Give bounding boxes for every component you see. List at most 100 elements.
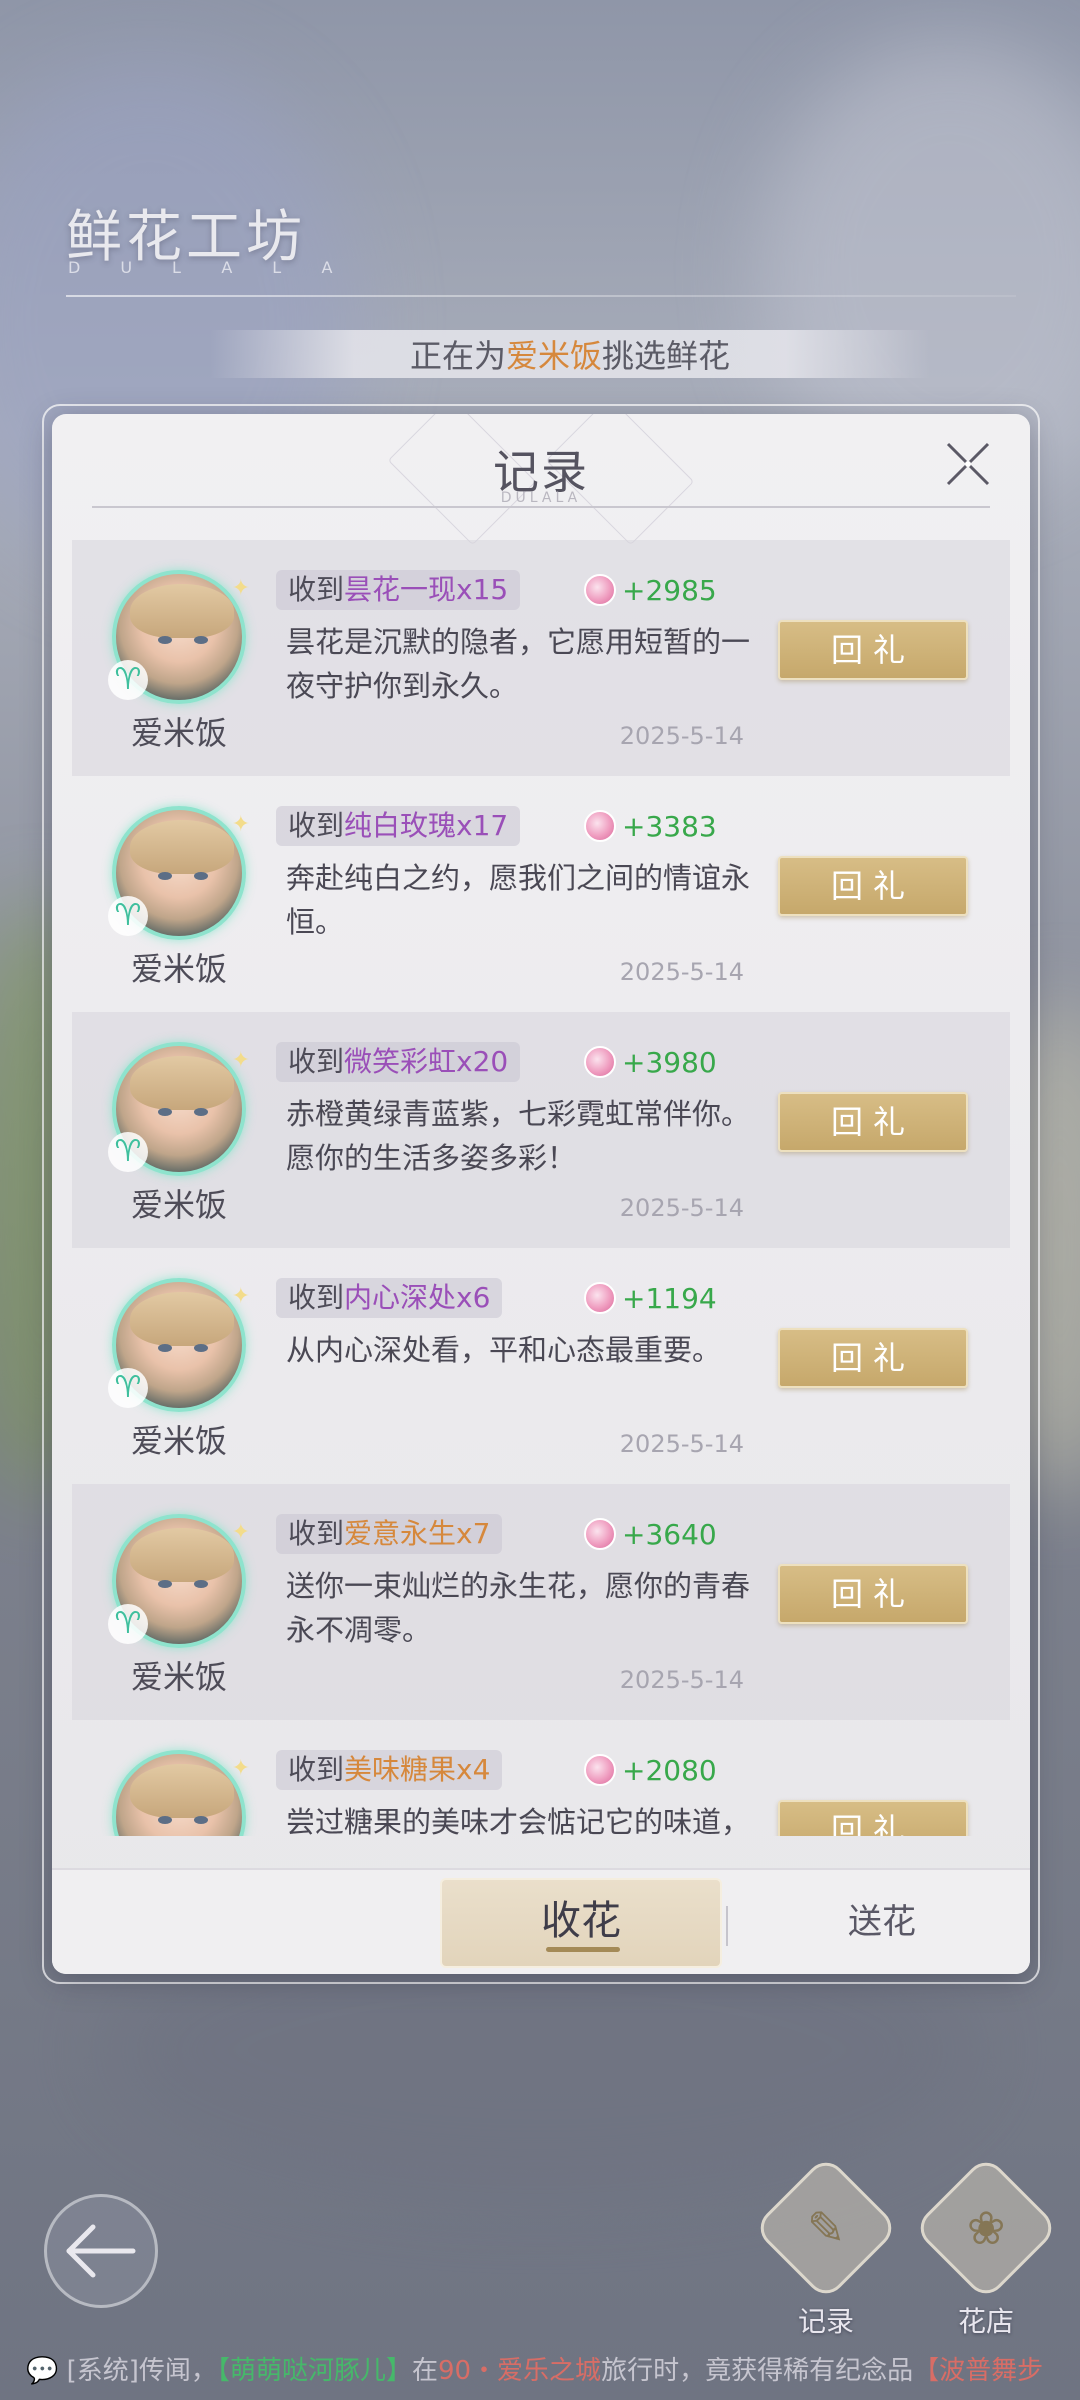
record-row: ✦ 收到美味糖果x4 +2080 尝过糖果的美味才会惦记它的味道， 回礼 [72, 1720, 1010, 1836]
gift-prefix: 收到 [288, 809, 345, 842]
aries-icon: ♈ [108, 1604, 148, 1644]
avatar[interactable]: ♈ ✦ [108, 1278, 250, 1412]
gift-prefix: 收到 [288, 1045, 345, 1078]
picking-prefix: 正在为 [409, 337, 506, 375]
gift-tag: 收到昙花一现x15 [276, 570, 521, 610]
dialog-title-sub: DULALA [500, 490, 582, 506]
sparkle-icon: ✦ [231, 1520, 250, 1545]
gift-name: 内心深处x6 [344, 1281, 491, 1314]
sparkle-icon: ✦ [231, 812, 250, 837]
picking-target-name: 爱米饭 [505, 337, 602, 375]
record-row: ♈ ✦ 爱米饭 收到微笑彩虹x20 +3980 赤橙黄绿青蓝紫，七彩霓虹常伴你。… [72, 1012, 1010, 1248]
ticker-text-2: 在 [411, 2356, 438, 2386]
gift-date: 2025-5-14 [619, 1194, 744, 1222]
heart-gem-icon [584, 810, 616, 842]
avatar[interactable]: ♈ ✦ [108, 1514, 250, 1648]
flower-shop-button[interactable]: ❀ 花店 [912, 2154, 1060, 2340]
return-gift-button[interactable]: 回礼 [778, 1092, 968, 1152]
aries-icon: ♈ [108, 1132, 148, 1172]
heart-gem-icon [584, 574, 616, 606]
back-button[interactable] [44, 2194, 158, 2308]
avatar[interactable]: ✦ [112, 1750, 250, 1836]
intimacy-points: +2080 [584, 1752, 717, 1788]
tab-send-flowers[interactable]: 送花 [812, 1892, 952, 1952]
heart-gem-icon [584, 1046, 616, 1078]
sparkle-icon: ✦ [231, 576, 250, 601]
gift-name: 纯白玫瑰x17 [344, 809, 509, 842]
gift-message: 从内心深处看，平和心态最重要。 [286, 1333, 722, 1367]
gift-message: 昙花是沉默的隐者，它愿用短暂的一夜守护你到永久。 [286, 625, 751, 703]
system-broadcast-ticker: 💬 [系统]传闻，【萌萌哒河豚儿】在90・爱乐之城旅行时，竟获得稀有纪念品【波普… [26, 2350, 1080, 2400]
gift-message: 尝过糖果的美味才会惦记它的味道， [286, 1805, 751, 1836]
points-value: +3383 [622, 809, 717, 843]
gift-date: 2025-5-14 [619, 722, 744, 750]
avatar[interactable]: ♈ ✦ [108, 806, 250, 940]
avatar[interactable]: ♈ ✦ [108, 1042, 250, 1176]
return-gift-button[interactable]: 回礼 [778, 1328, 968, 1388]
points-value: +3980 [622, 1045, 717, 1079]
points-value: +2080 [622, 1753, 717, 1787]
return-gift-button[interactable]: 回礼 [778, 856, 968, 916]
gift-message: 送你一束灿烂的永生花，愿你的青春永不凋零。 [286, 1569, 751, 1647]
ticker-item: 【波普舞步 [913, 2356, 1044, 2386]
gift-tag: 收到内心深处x6 [276, 1278, 503, 1318]
records-dialog: 记录 DULALA ♈ ✦ 爱米饭 收到昙花一现x15 +2985 昙花是沉默的… [52, 414, 1030, 1974]
aries-icon: ♈ [108, 660, 148, 700]
gift-message: 赤橙黄绿青蓝紫，七彩霓虹常伴你。愿你的生活多姿多彩！ [286, 1097, 751, 1175]
return-gift-button[interactable]: 回礼 [778, 620, 968, 680]
picking-suffix: 挑选鲜花 [602, 337, 731, 375]
heart-gem-icon [584, 1518, 616, 1550]
flower-shop-label: 花店 [957, 2305, 1014, 2338]
records-action-button[interactable]: ✎ 记录 [752, 2154, 900, 2340]
gift-tag: 收到纯白玫瑰x17 [276, 806, 521, 846]
gift-tag: 收到微笑彩虹x20 [276, 1042, 521, 1082]
intimacy-points: +3980 [584, 1044, 717, 1080]
header-divider [66, 295, 1016, 297]
sender-name: 爱米饭 [130, 1658, 227, 1696]
aries-icon: ♈ [108, 896, 148, 936]
gift-prefix: 收到 [288, 573, 345, 606]
return-gift-button[interactable]: 回礼 [778, 1564, 968, 1624]
close-button[interactable] [940, 436, 996, 492]
points-value: +3640 [622, 1517, 717, 1551]
sender-name: 爱米饭 [130, 714, 227, 752]
intimacy-points: +3383 [584, 808, 717, 844]
ticker-text-3: 旅行时，竟获得稀有纪念品 [601, 2356, 914, 2386]
gift-tag: 收到爱意永生x7 [276, 1514, 503, 1554]
back-arrow-icon [66, 2224, 136, 2278]
chat-bubble-icon: 💬 [26, 2356, 67, 2386]
gift-prefix: 收到 [288, 1281, 345, 1314]
gift-date: 2025-5-14 [619, 958, 744, 986]
intimacy-points: +2985 [584, 572, 717, 608]
gift-date: 2025-5-14 [619, 1666, 744, 1694]
flower-shop-icon: ❀ [966, 2200, 1006, 2255]
tab-receive-flowers[interactable]: 收花 [440, 1878, 722, 1968]
gift-date: 2025-5-14 [619, 1430, 744, 1458]
record-tabs: 收花 送花 [52, 1868, 1030, 1974]
record-row: ♈ ✦ 爱米饭 收到内心深处x6 +1194 从内心深处看，平和心态最重要。 2… [72, 1248, 1010, 1484]
heart-gem-icon [584, 1282, 616, 1314]
intimacy-points: +1194 [584, 1280, 717, 1316]
notebook-icon: ✎ [806, 2200, 846, 2255]
points-value: +2985 [622, 573, 717, 607]
avatar[interactable]: ♈ ✦ [108, 570, 250, 704]
return-gift-button[interactable]: 回礼 [778, 1800, 968, 1836]
gift-name: 爱意永生x7 [344, 1517, 491, 1550]
ticker-player-name: 【萌萌哒河豚儿】 [216, 2356, 412, 2386]
aries-icon: ♈ [108, 1368, 148, 1408]
sparkle-icon: ✦ [231, 1284, 250, 1309]
tab-divider [726, 1906, 728, 1946]
ticker-text-1: [系统]传闻， [66, 2356, 217, 2386]
sender-name: 爱米饭 [130, 950, 227, 988]
ticker-location: 90・爱乐之城 [437, 2356, 602, 2386]
close-icon [946, 442, 990, 486]
gift-prefix: 收到 [288, 1517, 345, 1550]
gift-name: 美味糖果x4 [344, 1753, 491, 1786]
records-action-label: 记录 [797, 2305, 854, 2338]
sparkle-icon: ✦ [231, 1048, 250, 1073]
picking-for-banner: 正在为 爱米饭 挑选鲜花 [210, 330, 930, 378]
records-list[interactable]: ♈ ✦ 爱米饭 收到昙花一现x15 +2985 昙花是沉默的隐者，它愿用短暂的一… [72, 540, 1010, 1836]
intimacy-points: +3640 [584, 1516, 717, 1552]
gift-name: 昙花一现x15 [344, 573, 509, 606]
tab-active-indicator [546, 1947, 620, 1952]
